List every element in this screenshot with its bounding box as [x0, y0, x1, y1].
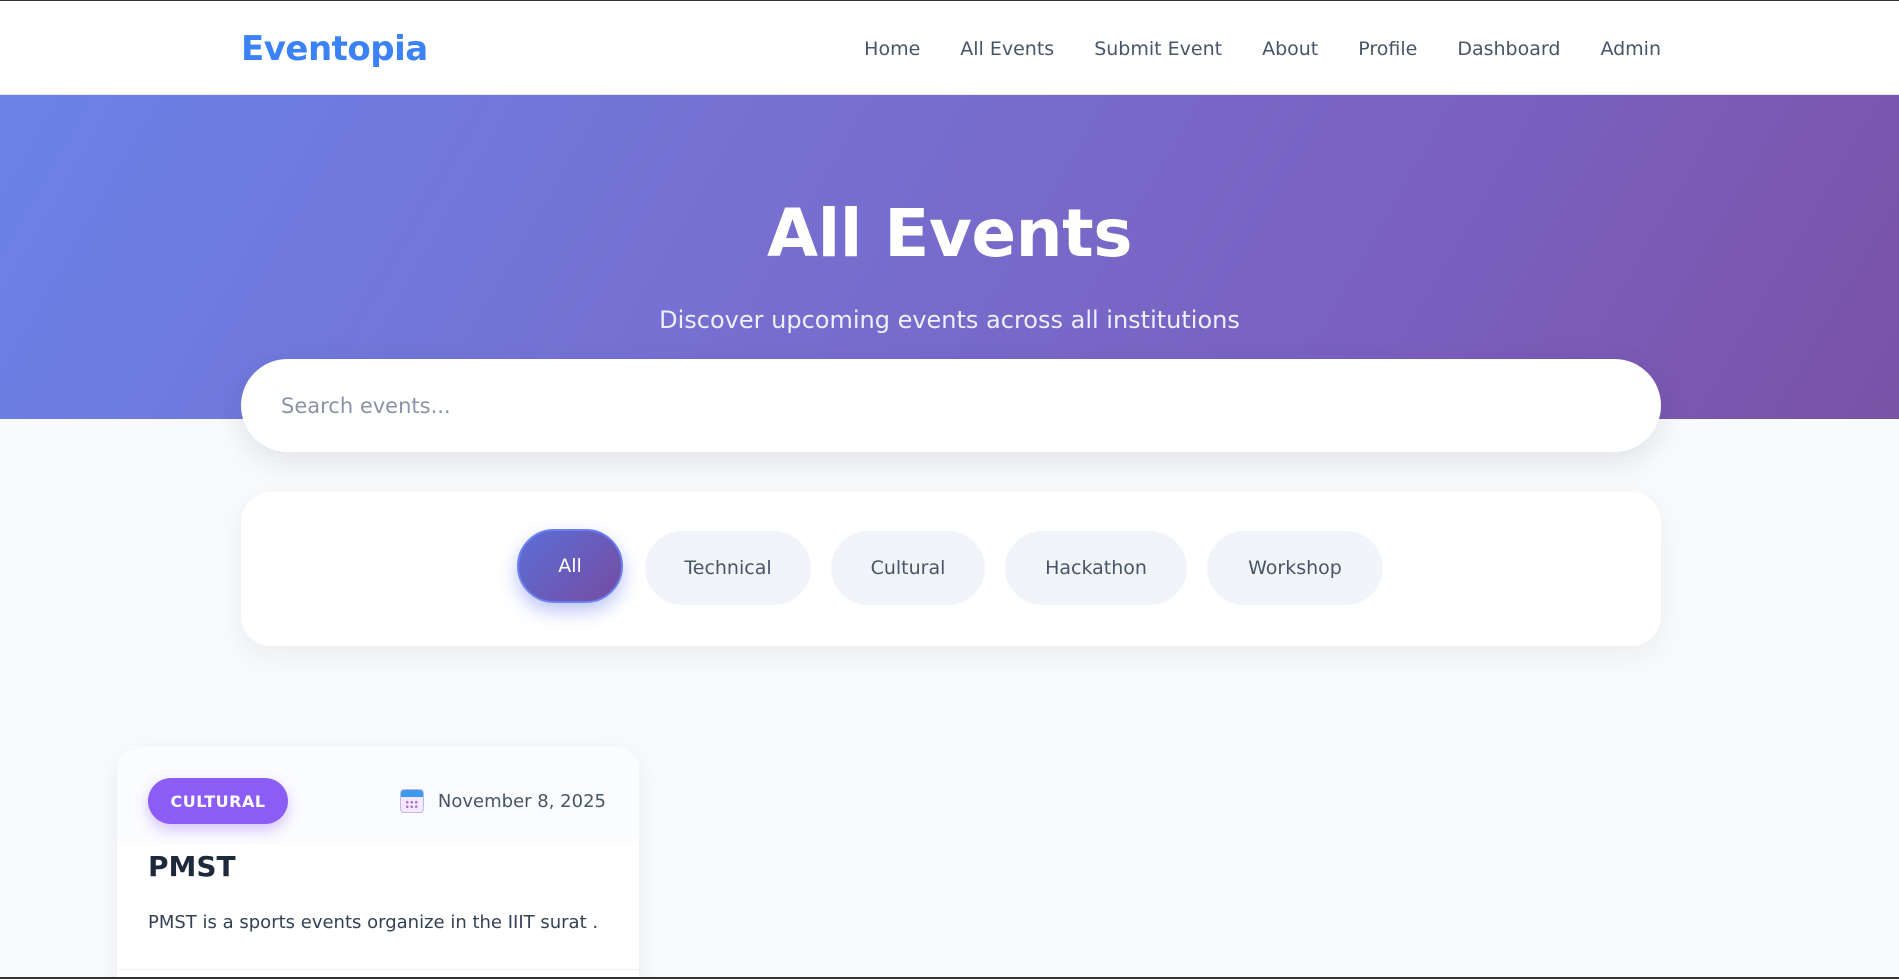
category-filter-panel: All Technical Cultural Hackathon Worksho… — [241, 492, 1661, 646]
filter-chip-hackathon[interactable]: Hackathon — [1005, 531, 1187, 605]
nav-link-profile[interactable]: Profile — [1358, 38, 1417, 60]
calendar-icon — [399, 789, 424, 813]
nav-link-admin[interactable]: Admin — [1600, 38, 1661, 60]
nav-link-submit-event[interactable]: Submit Event — [1094, 38, 1222, 60]
category-badge: CULTURAL — [148, 778, 288, 824]
event-date: November 8, 2025 — [399, 789, 606, 813]
search-input[interactable] — [281, 393, 1661, 418]
nav-link-home[interactable]: Home — [864, 38, 920, 60]
search-bar — [241, 359, 1661, 452]
card-divider — [117, 969, 639, 970]
filter-chip-workshop[interactable]: Workshop — [1207, 531, 1383, 605]
filter-chip-cultural[interactable]: Cultural — [831, 531, 985, 605]
nav-link-all-events[interactable]: All Events — [960, 38, 1054, 60]
page-subtitle: Discover upcoming events across all inst… — [659, 306, 1240, 334]
filter-chip-technical[interactable]: Technical — [645, 531, 811, 605]
event-date-text: November 8, 2025 — [437, 790, 606, 812]
event-card-header: CULTURAL November 8, 2025 — [117, 747, 639, 843]
nav-link-dashboard[interactable]: Dashboard — [1457, 38, 1560, 60]
event-title[interactable]: PMST — [148, 850, 236, 883]
site-logo[interactable]: Eventopia — [241, 29, 428, 69]
event-description: PMST is a sports events organize in the … — [148, 912, 599, 933]
top-navbar: Eventopia Home All Events Submit Event A… — [0, 0, 1899, 95]
event-card[interactable]: CULTURAL November 8, 2025 PMST PMST is a… — [117, 747, 639, 979]
main-nav: Home All Events Submit Event About Profi… — [864, 38, 1661, 60]
nav-link-about[interactable]: About — [1262, 38, 1318, 60]
page-title: All Events — [767, 195, 1133, 272]
filter-chip-all[interactable]: All — [517, 529, 623, 603]
